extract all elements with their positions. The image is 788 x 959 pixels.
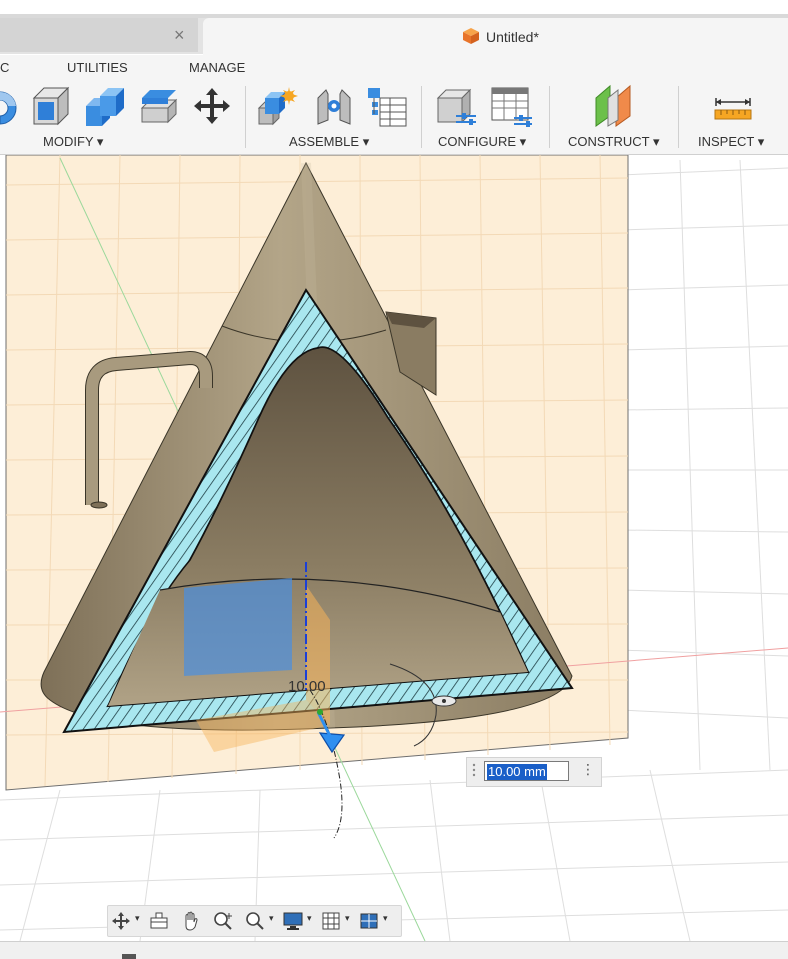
- grid-settings-icon[interactable]: [320, 910, 342, 932]
- orbit-caret-icon[interactable]: ▾: [135, 913, 140, 924]
- assemble-group-label[interactable]: ASSEMBLE ▾: [289, 134, 369, 150]
- configure-group-label[interactable]: CONFIGURE ▾: [438, 134, 526, 150]
- ribbon-separator: [549, 86, 550, 148]
- combine-icon[interactable]: [84, 86, 126, 128]
- zoom-caret-icon[interactable]: ▾: [269, 913, 274, 924]
- menu-tab-truncated[interactable]: C: [0, 60, 9, 75]
- configuration-table-icon[interactable]: [490, 86, 534, 128]
- construct-plane-icon[interactable]: [594, 84, 636, 128]
- ribbon-separator: [678, 86, 679, 148]
- tab-close-icon[interactable]: ×: [174, 25, 185, 46]
- handle-end: [90, 501, 108, 509]
- selected-face-preview: [184, 578, 292, 676]
- modify-partial-icon[interactable]: [0, 86, 20, 126]
- menu-tab-utilities[interactable]: UTILITIES: [67, 60, 128, 75]
- dimension-label: 10.00: [288, 678, 326, 695]
- look-at-icon[interactable]: [148, 910, 170, 932]
- measure-icon[interactable]: [712, 94, 754, 122]
- menu-tab-manage[interactable]: MANAGE: [189, 60, 245, 75]
- window-top-strip: [0, 0, 788, 14]
- inspect-group-label[interactable]: INSPECT ▾: [698, 134, 764, 150]
- zoom-icon[interactable]: [212, 910, 234, 932]
- grid-caret-icon[interactable]: ▾: [345, 913, 350, 924]
- document-cube-icon: [463, 28, 479, 44]
- shell-icon[interactable]: [30, 86, 72, 128]
- ribbon-separator: [245, 86, 246, 148]
- document-tab-inactive[interactable]: [0, 18, 198, 52]
- navigation-toolbar: ▾ ▾ ▾ ▾ ▾: [107, 905, 402, 937]
- joint-icon[interactable]: [314, 86, 354, 128]
- modify-group-label[interactable]: MODIFY ▾: [43, 134, 103, 150]
- pan-icon[interactable]: [180, 910, 202, 932]
- orbit-icon[interactable]: [110, 910, 132, 932]
- move-icon[interactable]: [192, 86, 232, 126]
- drag-grip-icon[interactable]: [471, 762, 477, 780]
- dimension-input-box: 10.00 mm ⋮: [466, 757, 602, 787]
- construct-group-label[interactable]: CONSTRUCT ▾: [568, 134, 660, 150]
- offset-face-icon[interactable]: [138, 86, 180, 128]
- viewports-icon[interactable]: [358, 910, 380, 932]
- document-title: Untitled*: [486, 29, 539, 45]
- timeline-marker: [122, 954, 136, 959]
- ribbon-separator: [421, 86, 422, 148]
- configure-component-icon[interactable]: [436, 86, 478, 128]
- 3d-viewport[interactable]: [0, 155, 788, 941]
- zoom-window-icon[interactable]: [244, 910, 266, 932]
- display-settings-icon[interactable]: [282, 910, 304, 932]
- viewports-caret-icon[interactable]: ▾: [383, 913, 388, 924]
- manipulator-origin: [317, 709, 323, 715]
- distance-field-value[interactable]: 10.00 mm: [487, 764, 547, 780]
- assembly-table-icon[interactable]: [366, 86, 408, 128]
- new-component-icon[interactable]: [257, 86, 299, 128]
- status-bar: [0, 941, 788, 959]
- display-caret-icon[interactable]: ▾: [307, 913, 312, 924]
- more-options-icon[interactable]: ⋮: [581, 761, 595, 778]
